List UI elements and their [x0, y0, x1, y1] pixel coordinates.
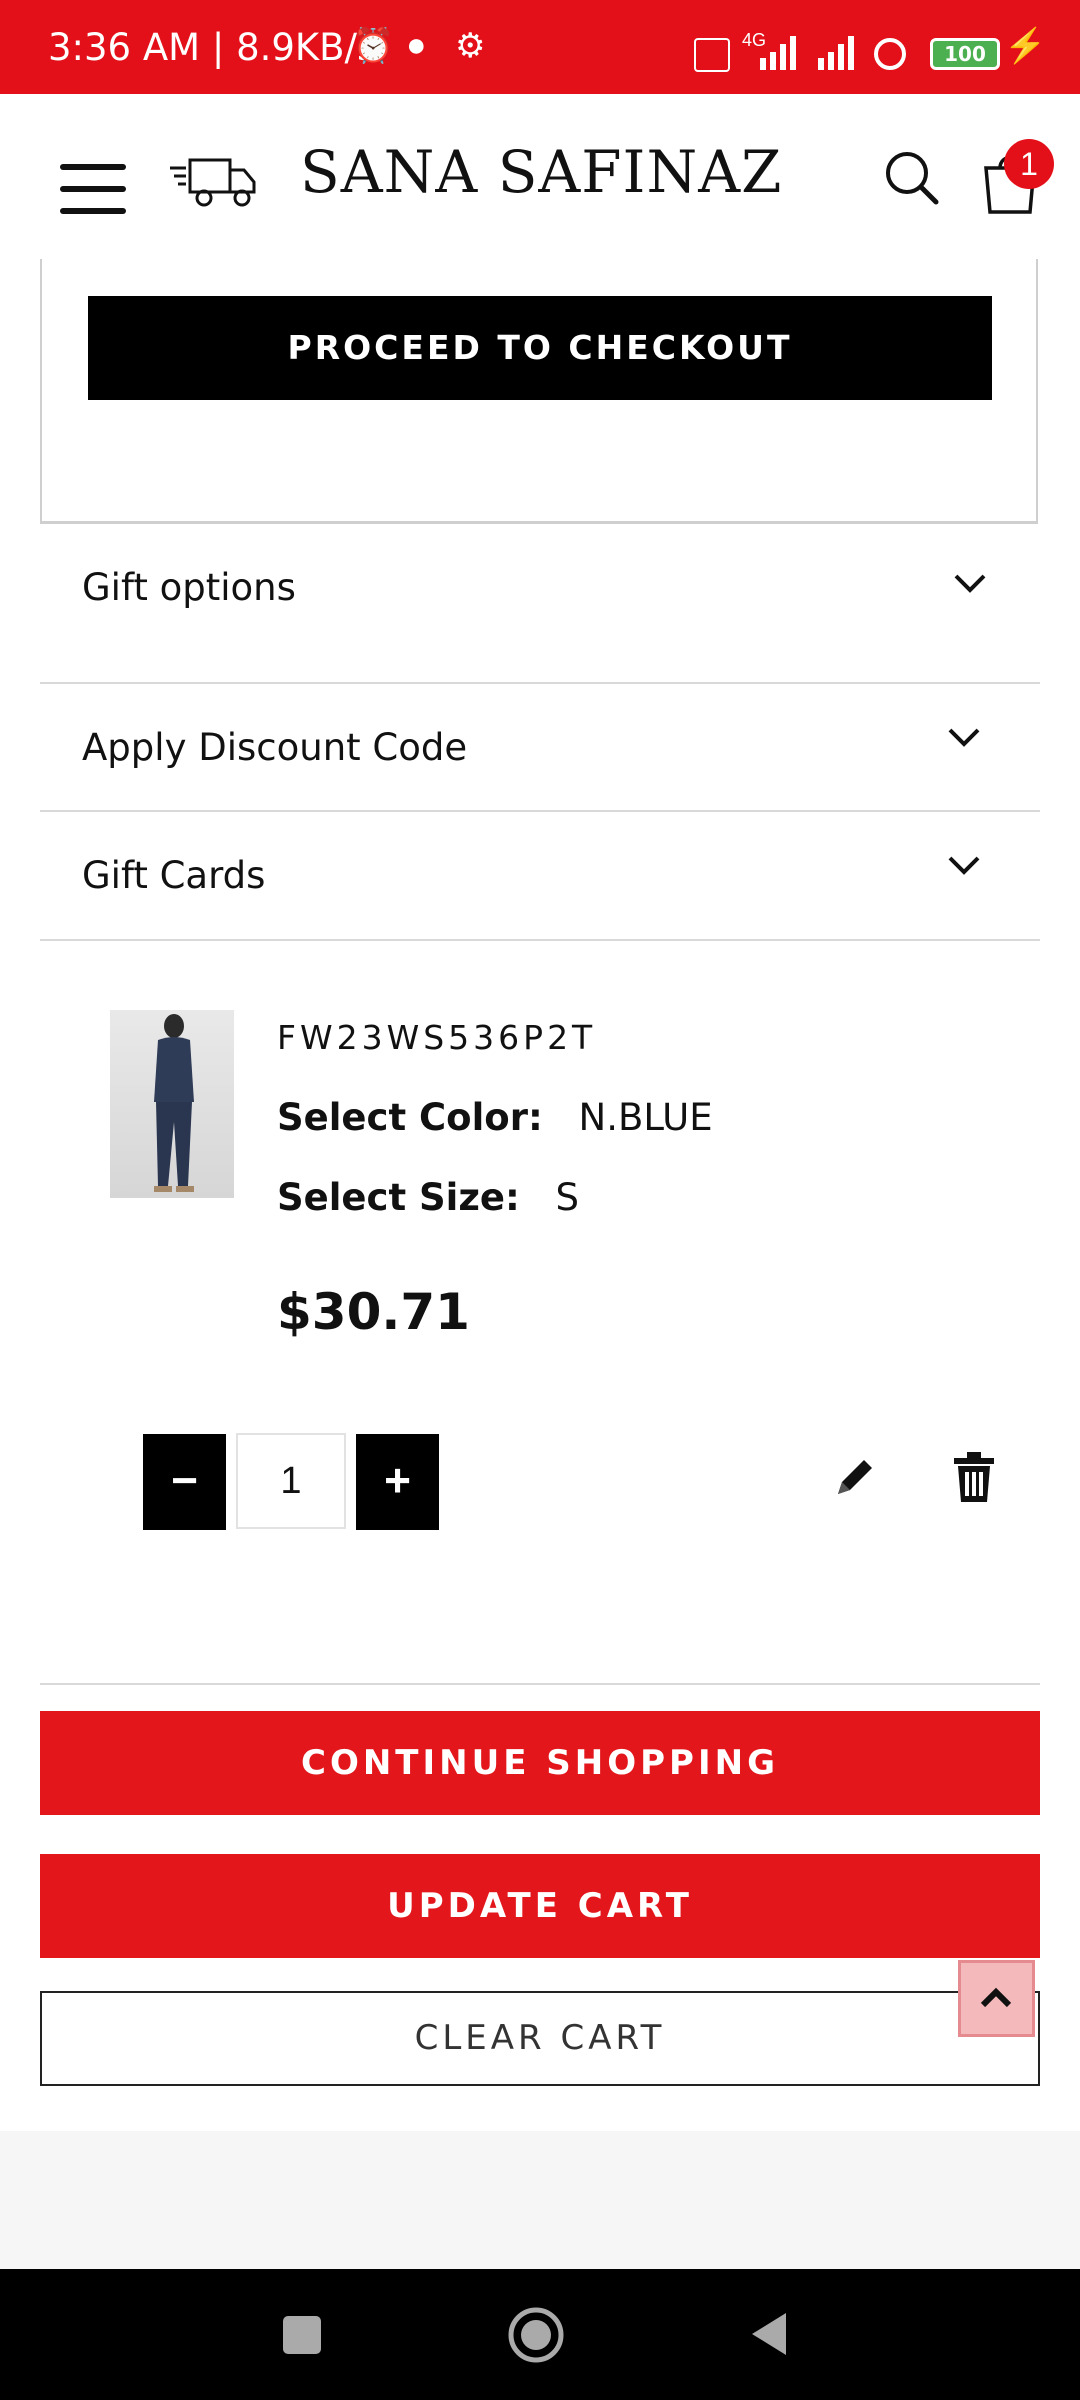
minus-icon: − — [171, 1454, 198, 1506]
select-size-row: Select Size: S — [277, 1176, 579, 1219]
quantity-input[interactable]: 1 — [236, 1433, 346, 1529]
product-thumbnail[interactable] — [110, 1010, 234, 1198]
chevron-up-icon — [980, 1987, 1012, 2008]
product-price: $30.71 — [277, 1283, 470, 1341]
volte-icon — [694, 38, 730, 72]
search-icon[interactable] — [884, 150, 940, 206]
product-sku: FW23WS536P2T — [277, 1018, 597, 1057]
continue-shopping-button[interactable]: CONTINUE SHOPPING — [40, 1711, 1040, 1815]
menu-icon[interactable] — [60, 164, 126, 214]
update-cart-button[interactable]: UPDATE CART — [40, 1854, 1040, 1958]
chevron-down-icon — [948, 728, 980, 747]
proceed-to-checkout-button[interactable]: PROCEED TO CHECKOUT — [88, 296, 992, 400]
clear-cart-button[interactable]: CLEAR CART — [40, 1991, 1040, 2086]
battery-icon: 100 — [930, 38, 1000, 70]
system-navigation-bar — [0, 2269, 1080, 2400]
gift-options-accordion[interactable]: Gift options — [40, 526, 1040, 684]
status-time: 3:36 AM | 8.9KB/s — [48, 26, 377, 69]
decrease-quantity-button[interactable]: − — [143, 1434, 226, 1530]
site-header: SANA SAFINAZ 1 — [0, 94, 1080, 259]
discount-code-accordion[interactable]: Apply Discount Code — [40, 684, 1040, 812]
footer-area — [0, 2131, 1080, 2269]
size-value: S — [555, 1176, 580, 1219]
divider — [40, 1683, 1040, 1685]
notification-icon: ● — [406, 26, 427, 64]
alarm-icon: ⏰ — [352, 27, 395, 65]
size-label: Select Size: — [277, 1176, 520, 1219]
delete-trash-icon[interactable] — [952, 1450, 996, 1504]
delivery-truck-icon[interactable] — [168, 154, 258, 210]
accordion-label: Gift Cards — [82, 854, 266, 897]
signal-icon — [760, 36, 906, 70]
accordion-label: Gift options — [82, 566, 296, 609]
settings-icon: ⚙ — [455, 27, 486, 65]
cart-count-badge: 1 — [1004, 139, 1054, 189]
plus-icon: + — [384, 1454, 411, 1506]
scroll-to-top-button[interactable] — [958, 1960, 1035, 2037]
recents-icon[interactable] — [283, 2316, 321, 2354]
gift-cards-accordion[interactable]: Gift Cards — [40, 812, 1040, 941]
home-icon[interactable] — [506, 2305, 566, 2365]
brand-logo[interactable]: SANA SAFINAZ — [300, 138, 781, 206]
status-bar: 3:36 AM | 8.9KB/s ⏰ ● ⚙ 4G 100 ⚡ — [0, 0, 1080, 94]
increase-quantity-button[interactable]: + — [356, 1434, 439, 1530]
chevron-down-icon — [948, 856, 980, 875]
back-icon[interactable] — [748, 2309, 790, 2359]
edit-pencil-icon[interactable] — [830, 1452, 880, 1502]
select-color-row: Select Color: N.BLUE — [277, 1096, 713, 1139]
chevron-down-icon — [954, 574, 986, 593]
accordion-label: Apply Discount Code — [82, 726, 468, 769]
color-value: N.BLUE — [578, 1096, 713, 1139]
color-label: Select Color: — [277, 1096, 543, 1139]
charging-icon: ⚡ — [1004, 27, 1047, 65]
product-image — [154, 1014, 194, 1192]
